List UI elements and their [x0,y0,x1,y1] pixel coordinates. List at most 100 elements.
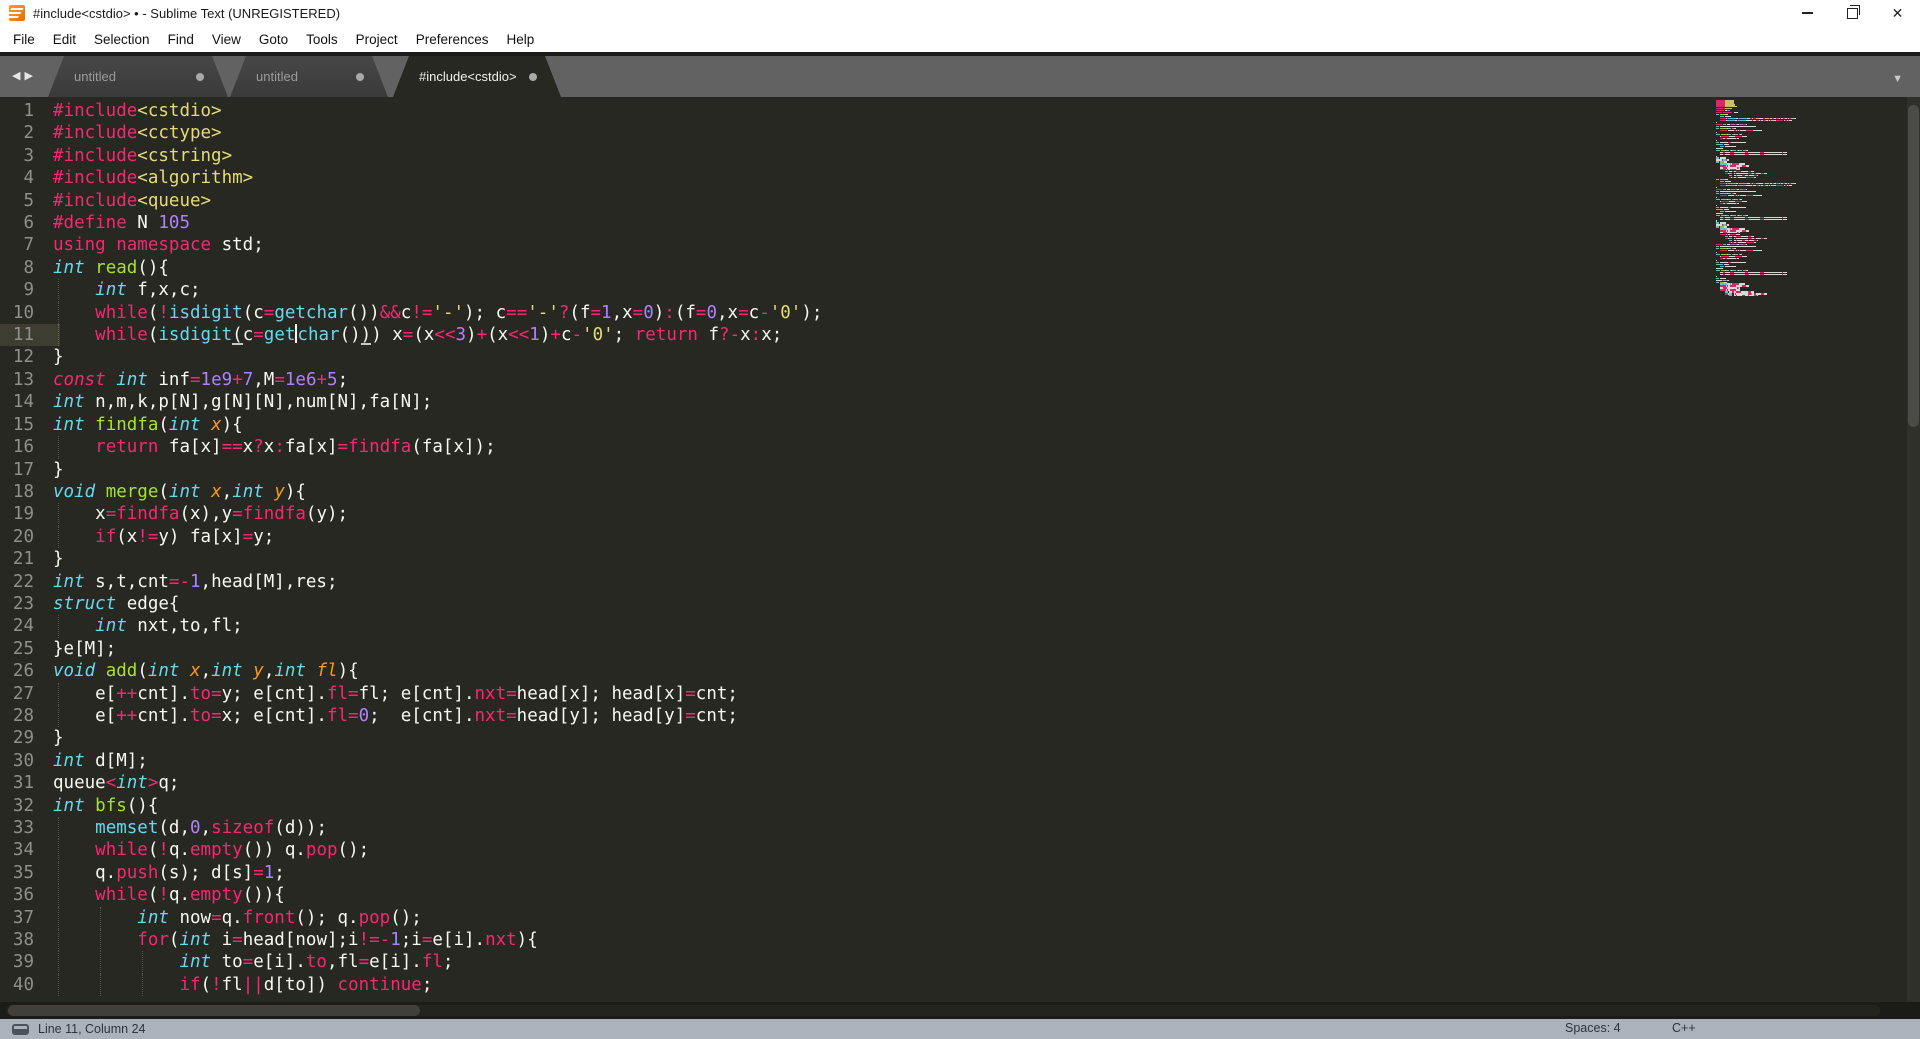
code-line[interactable]: 7 using namespace std; [0,234,1920,256]
code-line[interactable]: 31 queue<int>q; [0,772,1920,794]
code-line[interactable]: 38 for(int i=head[now];i!=-1;i=e[i].nxt)… [0,929,1920,952]
code-line[interactable]: 28 e[++cnt].to=x; e[cnt].fl=0; e[cnt].nx… [0,704,1920,728]
code-line[interactable]: 33 memset(d,0,sizeof(d)); [0,817,1920,840]
code-line[interactable]: 1 #include<cstdio> [0,100,1920,122]
menu-item-file[interactable]: File [4,28,44,51]
line-number[interactable]: 29 [0,727,34,749]
code-line[interactable]: 30 int d[M]; [0,750,1920,772]
line-number[interactable]: 31 [0,772,34,794]
code-line[interactable]: 3 #include<cstring> [0,145,1920,167]
line-number[interactable]: 6 [0,212,34,234]
code-line[interactable]: 4 #include<algorithm> [0,167,1920,189]
code-line[interactable]: 9 int f,x,c; [0,279,1920,302]
menu-item-goto[interactable]: Goto [250,28,297,51]
code-line[interactable]: 13 const int inf=1e9+7,M=1e6+5; [0,369,1920,391]
code-line[interactable]: 5 #include<queue> [0,190,1920,212]
line-number[interactable]: 40 [0,974,34,996]
line-number[interactable]: 11 [0,324,34,346]
line-number[interactable]: 36 [0,884,34,906]
tab-3[interactable]: #include<cstdio> [393,56,561,97]
line-number[interactable]: 17 [0,459,34,481]
line-number[interactable]: 10 [0,302,34,324]
code-line[interactable]: 34 while(!q.empty()) q.pop(); [0,839,1920,862]
line-number[interactable]: 15 [0,414,34,436]
menu-item-view[interactable]: View [203,28,250,51]
modified-dot-icon[interactable] [529,73,537,81]
line-number[interactable]: 22 [0,571,34,593]
code-line[interactable]: 16 return fa[x]==x?x:fa[x]=findfa(fa[x])… [0,436,1920,459]
horizontal-scrollbar-thumb[interactable] [8,1005,420,1016]
line-number[interactable]: 2 [0,122,34,144]
code-line[interactable]: 19 x=findfa(x),y=findfa(y); [0,503,1920,526]
code-editor[interactable]: 1 #include<cstdio> 2 #include<cctype> 3 #incl… [0,97,1920,1002]
line-number[interactable]: 20 [0,526,34,548]
tab-scroll-right-icon[interactable]: ▶ [24,70,36,82]
line-number[interactable]: 33 [0,817,34,839]
code-line[interactable]: 15 int findfa(int x){ [0,414,1920,436]
line-number[interactable]: 19 [0,503,34,525]
minimap[interactable] [1716,100,1906,297]
menu-item-tools[interactable]: Tools [297,28,347,51]
menu-item-edit[interactable]: Edit [44,28,85,51]
code-line[interactable]: 23 struct edge{ [0,593,1920,615]
menu-item-project[interactable]: Project [347,28,407,51]
line-number[interactable]: 25 [0,638,34,660]
minimize-button[interactable] [1785,0,1830,26]
line-number[interactable]: 4 [0,167,34,189]
code-line[interactable]: 35 q.push(s); d[s]=1; [0,861,1920,885]
line-number[interactable]: 7 [0,234,34,256]
modified-dot-icon[interactable] [356,73,364,81]
status-mode-icon[interactable] [12,1023,29,1035]
line-number[interactable]: 34 [0,839,34,861]
line-number[interactable]: 8 [0,257,34,279]
code-line[interactable]: 37 int now=q.front(); q.pop(); [0,906,1920,930]
line-number[interactable]: 14 [0,391,34,413]
code-line[interactable]: 8 int read(){ [0,257,1920,279]
line-number[interactable]: 35 [0,862,34,884]
code-line[interactable]: 10 while(!isdigit(c=getchar())&&c!='-');… [0,301,1920,325]
code-line[interactable]: 39 int to=e[i].to,fl=e[i].fl; [0,951,1920,974]
line-number[interactable]: 13 [0,369,34,391]
restore-button[interactable] [1830,0,1875,26]
code-line[interactable]: 36 while(!q.empty()){ [0,884,1920,907]
line-number[interactable]: 9 [0,279,34,301]
code-line[interactable]: 6 #define N 105 [0,212,1920,234]
line-number[interactable]: 5 [0,190,34,212]
code-line[interactable]: 26 void add(int x,int y,int fl){ [0,660,1920,682]
tab-scroll-left-icon[interactable]: ◀ [12,70,24,82]
line-number[interactable]: 28 [0,705,34,727]
line-number[interactable]: 12 [0,346,34,368]
code-line[interactable]: 24 int nxt,to,fl; [0,615,1920,638]
line-number[interactable]: 30 [0,750,34,772]
code-line[interactable]: 12} [0,346,1920,368]
code-line[interactable]: 20 if(x!=y) fa[x]=y; [0,525,1920,549]
code-line[interactable]: 32 int bfs(){ [0,795,1920,817]
line-number[interactable]: 18 [0,481,34,503]
menu-item-preferences[interactable]: Preferences [407,28,498,51]
code-line[interactable]: 27 e[++cnt].to=y; e[cnt].fl=fl; e[cnt].n… [0,682,1920,705]
line-number[interactable]: 23 [0,593,34,615]
tab-1[interactable]: untitled [48,56,228,97]
modified-dot-icon[interactable] [196,73,204,81]
code-line[interactable]: 21} [0,548,1920,570]
tab-overflow-menu-icon[interactable]: ▼ [1892,73,1903,85]
line-number[interactable]: 21 [0,548,34,570]
line-number[interactable]: 3 [0,145,34,167]
line-number[interactable]: 32 [0,795,34,817]
code-line[interactable]: 11 while(isdigit(c=get char())) x=(x<<3)+… [0,324,1920,347]
line-number[interactable]: 37 [0,907,34,929]
line-number[interactable]: 39 [0,951,34,973]
code-line[interactable]: 18 void merge(int x,int y){ [0,481,1920,503]
syntax-setting[interactable]: C++ [1672,1021,1696,1035]
line-number[interactable]: 16 [0,436,34,458]
tab-2[interactable]: untitled [230,56,388,97]
code-line[interactable]: 14 int n,m,k,p[N],g[N][N],num[N],fa[N]; [0,391,1920,413]
line-number[interactable]: 24 [0,615,34,637]
menu-item-selection[interactable]: Selection [85,28,159,51]
code-line[interactable]: 40 if(!fl||d[to]) continue; [0,973,1920,997]
line-number[interactable]: 27 [0,683,34,705]
close-button[interactable]: ✕ [1875,0,1920,26]
line-number[interactable]: 38 [0,929,34,951]
code-line[interactable]: 17} [0,459,1920,481]
code-line[interactable]: 2 #include<cctype> [0,122,1920,144]
